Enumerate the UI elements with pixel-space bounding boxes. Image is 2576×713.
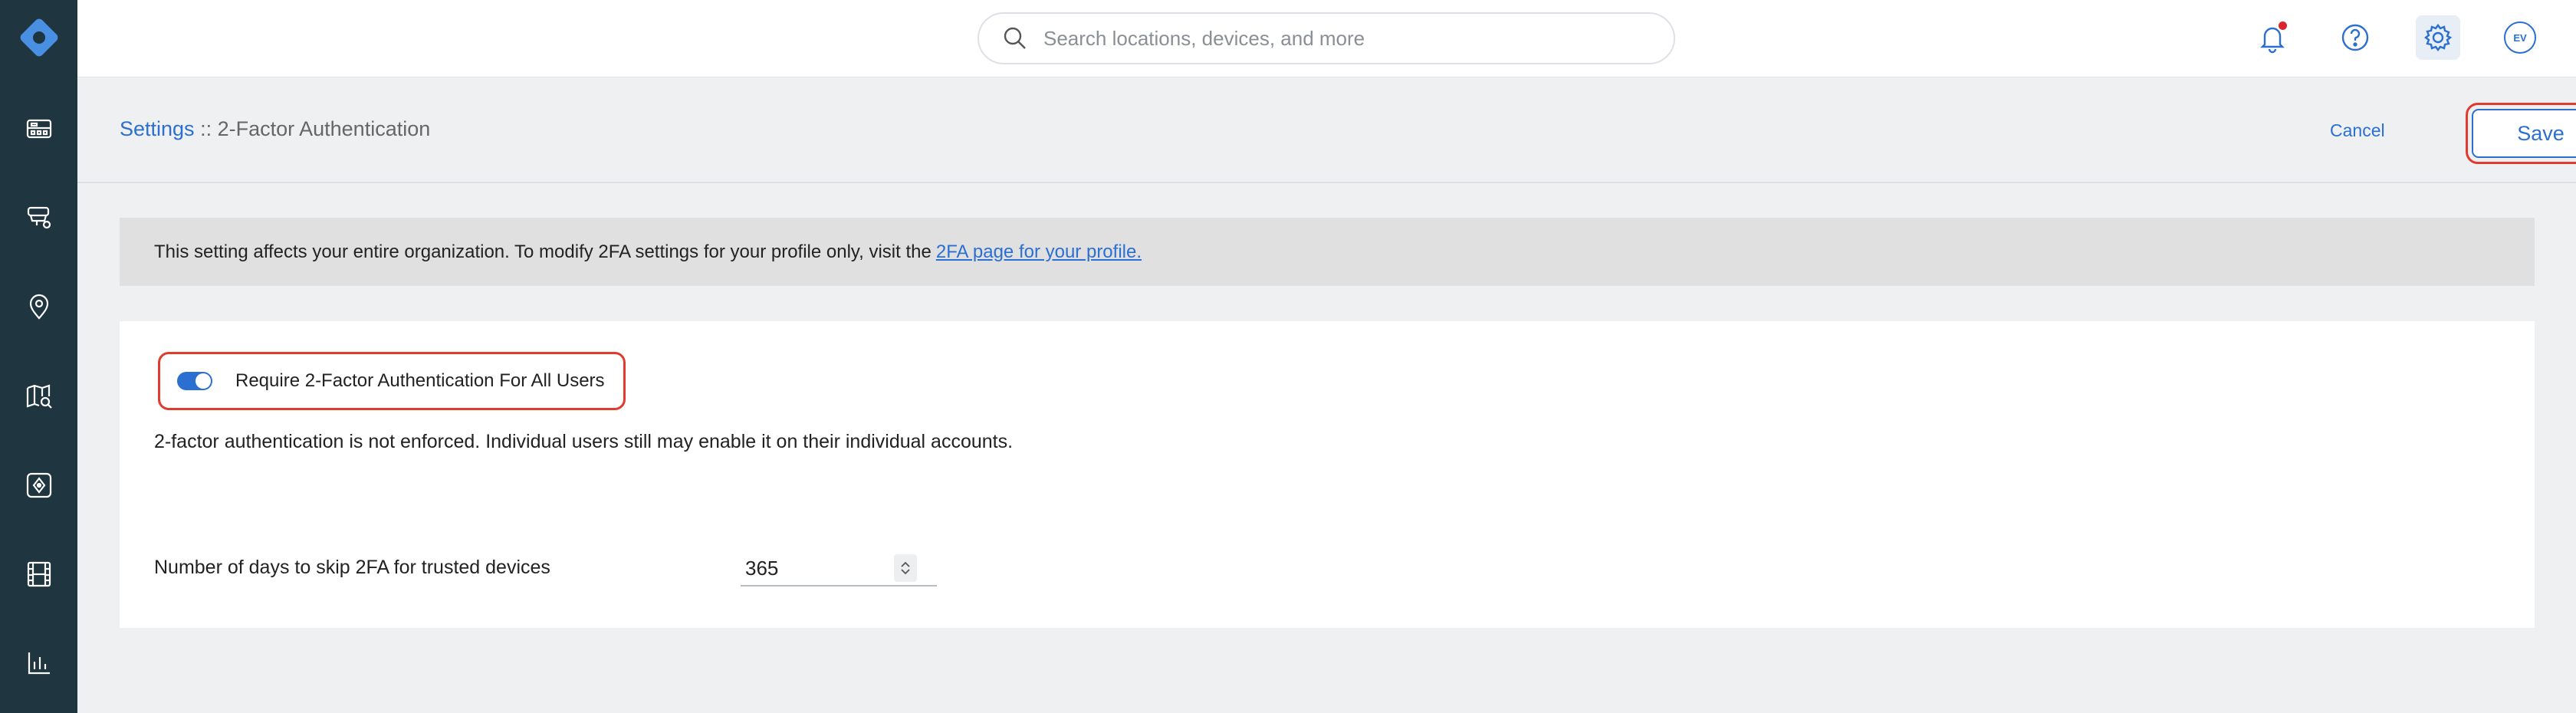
require-2fa-highlight: Require 2-Factor Authentication For All …	[158, 352, 626, 410]
enforcement-status-text: 2-factor authentication is not enforced.…	[154, 431, 1014, 452]
cancel-button[interactable]: Cancel	[2330, 120, 2385, 141]
sidebar-item-map[interactable]	[0, 366, 77, 427]
sidebar-item-integrations[interactable]	[0, 455, 77, 516]
location-pin-icon	[29, 294, 48, 320]
search-input[interactable]	[1043, 26, 1641, 51]
save-button[interactable]: Save	[2472, 109, 2576, 158]
notice-text: This setting affects your entire organiz…	[154, 241, 932, 262]
require-2fa-label: Require 2-Factor Authentication For All …	[235, 370, 605, 391]
breadcrumb-settings-link[interactable]: Settings	[120, 117, 195, 140]
sidebar	[0, 0, 77, 713]
chevron-up-icon[interactable]	[900, 560, 911, 568]
page-title: 2-Factor Authentication	[217, 117, 431, 140]
reports-chart-icon	[28, 652, 50, 675]
avatar: EV	[2504, 21, 2536, 54]
integrations-icon	[26, 472, 51, 498]
sidebar-item-locations[interactable]	[0, 276, 77, 337]
trusted-days-field	[741, 551, 937, 586]
trusted-days-input[interactable]	[741, 556, 894, 580]
notification-badge	[2279, 21, 2287, 30]
settings-card: Require 2-Factor Authentication For All …	[120, 321, 2535, 628]
breadcrumb: Settings :: 2-Factor Authentication	[120, 117, 430, 141]
organization-notice: This setting affects your entire organiz…	[120, 218, 2535, 286]
page-header: Settings :: 2-Factor Authentication Canc…	[77, 77, 2576, 183]
chevron-down-icon[interactable]	[900, 568, 911, 576]
gear-icon	[2424, 24, 2453, 51]
save-button-highlight: Save	[2466, 103, 2576, 164]
notifications-button[interactable]	[2250, 15, 2295, 60]
sidebar-item-dashboard[interactable]	[0, 98, 77, 159]
top-bar: EV	[77, 0, 2576, 77]
dashboard-icon	[26, 119, 51, 139]
video-film-icon	[27, 561, 51, 587]
sidebar-item-reports[interactable]	[0, 632, 77, 694]
sidebar-item-devices[interactable]	[0, 187, 77, 248]
settings-button[interactable]	[2416, 15, 2460, 60]
app-logo[interactable]	[14, 12, 64, 63]
map-search-icon	[26, 384, 52, 409]
trusted-days-stepper[interactable]	[894, 554, 917, 582]
search-icon	[1004, 27, 1026, 49]
breadcrumb-separator: ::	[194, 117, 218, 140]
toggle-knob	[196, 373, 211, 389]
global-search[interactable]	[978, 12, 1675, 64]
require-2fa-toggle[interactable]	[177, 372, 212, 390]
user-menu-button[interactable]: EV	[2498, 15, 2542, 60]
sidebar-item-video[interactable]	[0, 544, 77, 605]
help-button[interactable]	[2333, 15, 2377, 60]
help-icon	[2341, 24, 2369, 51]
devices-icon	[27, 206, 51, 229]
profile-2fa-link[interactable]: 2FA page for your profile.	[936, 242, 1142, 263]
trusted-days-label: Number of days to skip 2FA for trusted d…	[154, 557, 550, 578]
